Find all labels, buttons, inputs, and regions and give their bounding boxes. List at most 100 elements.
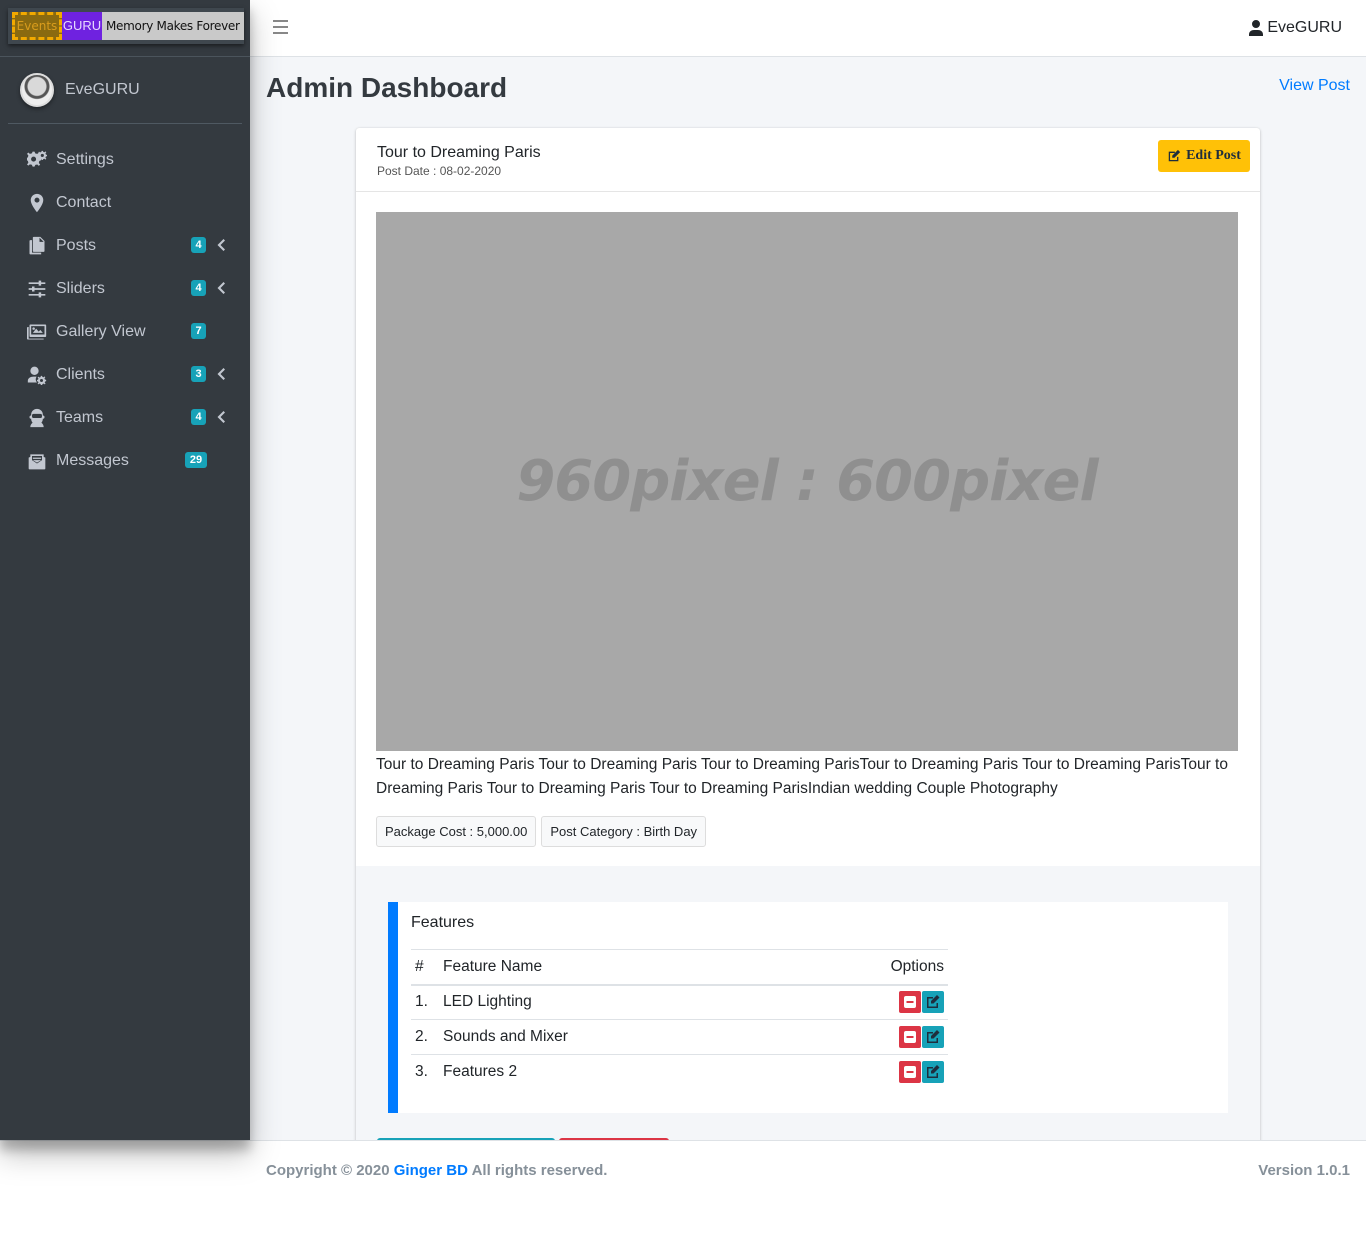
edit-icon [927, 1030, 940, 1043]
feature-name: Sounds and Mixer [439, 1019, 878, 1055]
copyright-text: Copyright © 2020 Ginger BD All rights re… [266, 1162, 607, 1179]
feature-name: Features 2 [443, 1063, 518, 1081]
logo-tagline: Memory Makes Forever [102, 12, 244, 40]
copyright-prefix: Copyright © 2020 [266, 1162, 390, 1179]
post-card: Tour to Dreaming Paris Post Date : 08-02… [356, 128, 1260, 1140]
sliders-icon [26, 278, 48, 300]
minus-square-icon [904, 1066, 916, 1079]
table-row: 3. Features 2 [411, 1055, 948, 1090]
user-cog-icon [26, 364, 48, 386]
edit-feature-button[interactable] [922, 991, 944, 1014]
posts-count-badge: 4 [191, 237, 206, 253]
post-title: Tour to Dreaming Paris [377, 144, 541, 161]
teams-count-badge: 4 [191, 409, 206, 425]
sidebar-menu: Settings Contact Posts 4 Sliders 4 Galle… [0, 138, 250, 482]
sidebar-user-name[interactable]: EveGURU [65, 81, 140, 99]
edit-feature-button[interactable] [922, 1026, 944, 1048]
edit-post-label: Edit Post [1186, 148, 1241, 163]
user-panel[interactable]: EveGURU [8, 57, 242, 124]
chevron-left-icon[interactable] [216, 281, 226, 295]
delete-feature-button[interactable] [899, 991, 921, 1014]
chevron-left-icon[interactable] [216, 367, 226, 381]
row-number: 2. [411, 1019, 439, 1055]
sidebar-item-label: Settings [56, 150, 114, 168]
column-header-number: # [411, 949, 439, 986]
sidebar-item-contact[interactable]: Contact [0, 181, 250, 224]
features-table: # Feature Name Options 1. LED Lighting 2… [411, 949, 948, 1090]
navbar-user-menu[interactable]: EveGURU [1249, 19, 1342, 37]
row-number: 3. [415, 1063, 428, 1081]
package-cost-tag: Package Cost : 5,000.00 [376, 816, 537, 847]
minus-square-icon [904, 1031, 916, 1043]
sidebar-item-clients[interactable]: Clients 3 [0, 353, 250, 396]
post-image-placeholder-text: 960pixel : 600pixel [516, 449, 1098, 514]
content-wrapper: Admin Dashboard View Post Tour to Dreami… [250, 57, 1366, 1140]
sidebar-item-label: Teams [56, 408, 104, 426]
brand-logo[interactable]: Events GURU Memory Makes Forever [8, 8, 244, 44]
post-meta-tags: Package Cost : 5,000.00 Post Category : … [376, 816, 711, 847]
map-marker-icon [26, 192, 48, 214]
sidebar-item-label: Messages [56, 451, 129, 469]
delete-feature-button[interactable] [899, 1026, 921, 1048]
delete-feature-button[interactable] [899, 1061, 921, 1084]
chevron-left-icon[interactable] [216, 238, 226, 252]
post-category-tag: Post Category : Birth Day [541, 816, 707, 847]
user-astronaut-icon [26, 407, 48, 429]
version-text: Version 1.0.1 [1258, 1162, 1350, 1179]
sidebar-item-label: Contact [56, 193, 112, 211]
menu-toggle-icon[interactable] [273, 20, 288, 34]
column-header-feature-name: Feature Name [439, 949, 878, 986]
mail-bulk-icon [26, 450, 48, 472]
row-options [878, 1019, 948, 1055]
gears-icon [26, 149, 48, 171]
sidebar-item-label: Clients [56, 365, 105, 383]
column-header-options: Options [878, 949, 948, 986]
table-header-row: # Feature Name Options [411, 949, 948, 986]
table-row: 1. LED Lighting [411, 984, 948, 1020]
post-date: Post Date : 08-02-2020 [377, 164, 502, 178]
features-section: Features # Feature Name Options 1. LED L… [356, 866, 1260, 1140]
images-icon [26, 321, 48, 343]
navbar-user-name: EveGURU [1267, 19, 1342, 36]
logo-events-text: Events [12, 12, 62, 40]
sidebar-item-label: Sliders [56, 279, 105, 297]
edit-post-button[interactable]: Edit Post [1158, 140, 1250, 172]
sidebar-item-teams[interactable]: Teams 4 [0, 396, 250, 439]
sidebar-item-label: Gallery View [56, 322, 146, 340]
copy-icon [26, 235, 48, 257]
view-post-link[interactable]: View Post [1279, 77, 1350, 95]
row-number: 1. [411, 984, 439, 1020]
messages-count-badge: 29 [185, 452, 207, 468]
row-options [878, 984, 948, 1020]
post-description: Tour to Dreaming Paris Tour to Dreaming … [376, 756, 1228, 797]
page-title: Admin Dashboard [266, 72, 508, 103]
copyright-suffix: All rights reserved. [471, 1162, 608, 1179]
brand-link[interactable]: Events GURU Memory Makes Forever [0, 0, 250, 57]
gallery-count-badge: 7 [191, 323, 206, 339]
sidebar-item-messages[interactable]: Messages 29 [0, 439, 250, 482]
table-row: 2. Sounds and Mixer [411, 1019, 948, 1055]
edit-icon [1168, 149, 1181, 162]
main-footer: Copyright © 2020 Ginger BD All rights re… [0, 1140, 1366, 1254]
sidebar-item-settings[interactable]: Settings [0, 138, 250, 181]
sidebar-item-sliders[interactable]: Sliders 4 [0, 267, 250, 310]
feature-name: LED Lighting [439, 984, 878, 1020]
post-card-header: Tour to Dreaming Paris Post Date : 08-02… [356, 128, 1260, 192]
top-navbar: EveGURU [250, 0, 1366, 57]
company-link[interactable]: Ginger BD [394, 1162, 468, 1179]
logo-guru-text: GURU [62, 12, 102, 40]
features-callout: Features # Feature Name Options 1. LED L… [388, 902, 1228, 1113]
sidebar-item-label: Posts [56, 236, 97, 254]
main-sidebar: Events GURU Memory Makes Forever EveGURU… [0, 0, 250, 1140]
sidebar-item-gallery-view[interactable]: Gallery View 7 [0, 310, 250, 353]
edit-icon [927, 995, 940, 1009]
chevron-left-icon[interactable] [216, 410, 226, 424]
sliders-count-badge: 4 [191, 280, 206, 296]
avatar [20, 73, 54, 107]
row-options [878, 1055, 948, 1090]
sidebar-item-posts[interactable]: Posts 4 [0, 224, 250, 267]
edit-feature-button[interactable] [922, 1061, 944, 1084]
minus-square-icon [904, 996, 916, 1009]
user-icon [1249, 20, 1264, 36]
edit-icon [927, 1065, 940, 1079]
